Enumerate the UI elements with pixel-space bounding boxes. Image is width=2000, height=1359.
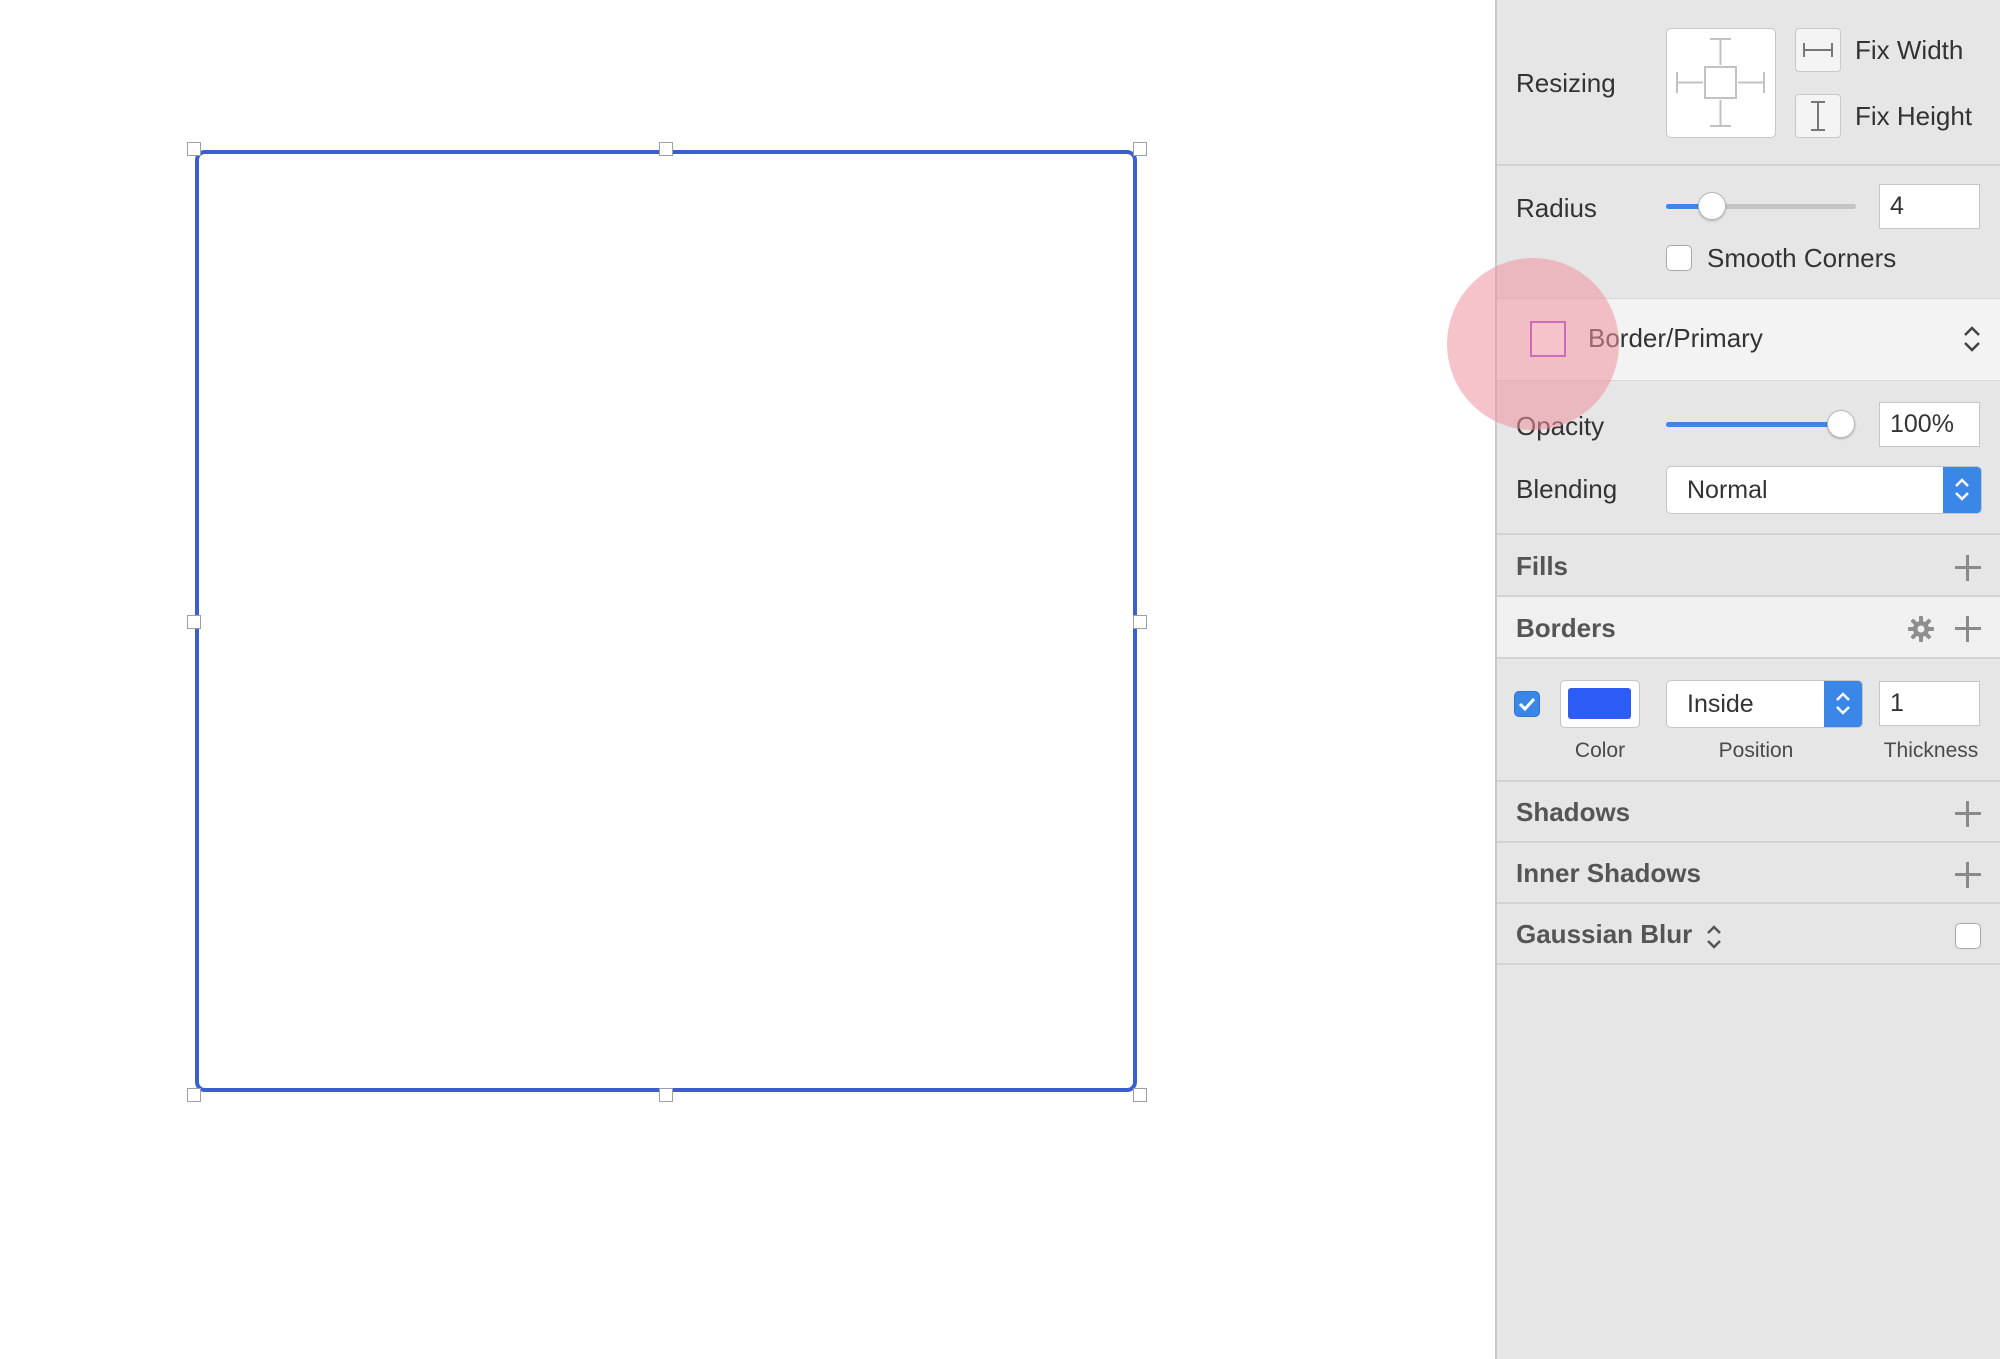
constraints-diagram-icon bbox=[1676, 38, 1765, 127]
radius-input[interactable]: 4 bbox=[1879, 184, 1980, 229]
radius-slider-knob[interactable] bbox=[1698, 192, 1726, 220]
border-enabled-checkbox[interactable] bbox=[1514, 691, 1540, 717]
gear-icon[interactable] bbox=[1906, 614, 1936, 644]
fix-width-label[interactable]: Fix Width bbox=[1855, 35, 1963, 66]
opacity-slider[interactable] bbox=[1666, 410, 1855, 438]
add-border-plus-icon[interactable] bbox=[1953, 614, 1983, 644]
checkmark-icon bbox=[1518, 697, 1536, 712]
shared-style-name: Border/Primary bbox=[1588, 323, 1763, 353]
inner-shadows-header: Inner Shadows bbox=[1516, 858, 1701, 888]
opacity-input[interactable]: 100% bbox=[1879, 402, 1980, 447]
fix-width-button[interactable] bbox=[1795, 28, 1841, 72]
opacity-slider-knob[interactable] bbox=[1827, 410, 1855, 438]
chevron-up-down-icon bbox=[1955, 478, 1969, 501]
add-fill-plus-icon[interactable] bbox=[1953, 553, 1983, 583]
style-color-swatch bbox=[1530, 321, 1566, 357]
resizing-label: Resizing bbox=[1516, 68, 1616, 98]
divider bbox=[1497, 657, 2000, 659]
border-thickness-input[interactable]: 1 bbox=[1879, 681, 1980, 726]
resize-handle-bottom-center[interactable] bbox=[659, 1088, 673, 1102]
resizing-section: Resizing Fix Width Fix Height bbox=[1497, 0, 2000, 165]
shadows-header: Shadows bbox=[1516, 797, 1631, 827]
blending-stepper bbox=[1943, 467, 1981, 513]
resize-handle-bottom-right[interactable] bbox=[1133, 1088, 1147, 1102]
divider bbox=[1497, 533, 2000, 535]
chevron-up-down-icon bbox=[1836, 692, 1850, 715]
add-inner-shadow-plus-icon[interactable] bbox=[1953, 860, 1983, 890]
smooth-corners-label[interactable]: Smooth Corners bbox=[1707, 243, 1896, 274]
rectangle-layer[interactable] bbox=[195, 150, 1137, 1092]
divider bbox=[1497, 841, 2000, 843]
gaussian-blur-header[interactable]: Gaussian Blur bbox=[1516, 919, 1692, 950]
fills-header: Fills bbox=[1516, 551, 1569, 581]
resize-handle-middle-right[interactable] bbox=[1133, 615, 1147, 629]
chevron-up-down-icon bbox=[1964, 326, 1980, 352]
blending-label: Blending bbox=[1516, 474, 1618, 504]
opacity-label: Opacity bbox=[1516, 411, 1605, 441]
fix-height-label[interactable]: Fix Height bbox=[1855, 101, 1972, 132]
divider bbox=[1497, 780, 2000, 782]
border-color-caption: Color bbox=[1574, 739, 1626, 762]
divider bbox=[1497, 963, 2000, 965]
resize-handle-top-center[interactable] bbox=[659, 142, 673, 156]
fix-height-icon bbox=[1811, 101, 1825, 131]
add-shadow-plus-icon[interactable] bbox=[1953, 799, 1983, 829]
border-color-swatch bbox=[1568, 688, 1631, 719]
borders-header: Borders bbox=[1516, 613, 1616, 643]
divider bbox=[1497, 164, 2000, 166]
gaussian-blur-checkbox[interactable] bbox=[1955, 923, 1981, 949]
border-position-caption: Position bbox=[1718, 739, 1794, 762]
resize-handle-top-right[interactable] bbox=[1133, 142, 1147, 156]
border-position-value: Inside bbox=[1687, 689, 1754, 718]
resize-handle-bottom-left[interactable] bbox=[187, 1088, 201, 1102]
border-thickness-caption: Thickness bbox=[1883, 739, 1979, 762]
resize-handle-top-left[interactable] bbox=[187, 142, 201, 156]
blending-select[interactable]: Normal bbox=[1666, 466, 1982, 514]
inspector-panel: Resizing Fix Width Fix Height Radius 4 S… bbox=[1495, 0, 2000, 1359]
chevron-up-down-icon[interactable] bbox=[1705, 922, 1723, 952]
blending-value: Normal bbox=[1687, 475, 1768, 504]
shared-style-selector[interactable]: Border/Primary bbox=[1497, 298, 2000, 381]
smooth-corners-checkbox[interactable] bbox=[1666, 245, 1692, 271]
radius-slider[interactable] bbox=[1666, 192, 1856, 220]
resizing-constraints-widget[interactable] bbox=[1666, 28, 1776, 138]
border-position-stepper bbox=[1824, 681, 1862, 727]
fix-height-button[interactable] bbox=[1795, 94, 1841, 138]
border-color-well[interactable] bbox=[1560, 680, 1640, 728]
border-position-select[interactable]: Inside bbox=[1666, 680, 1863, 728]
resize-handle-middle-left[interactable] bbox=[187, 615, 201, 629]
fix-width-icon bbox=[1803, 43, 1833, 57]
divider bbox=[1497, 902, 2000, 904]
radius-label: Radius bbox=[1516, 193, 1597, 223]
design-canvas[interactable] bbox=[0, 0, 1495, 1359]
opacity-slider-fill bbox=[1666, 422, 1841, 427]
